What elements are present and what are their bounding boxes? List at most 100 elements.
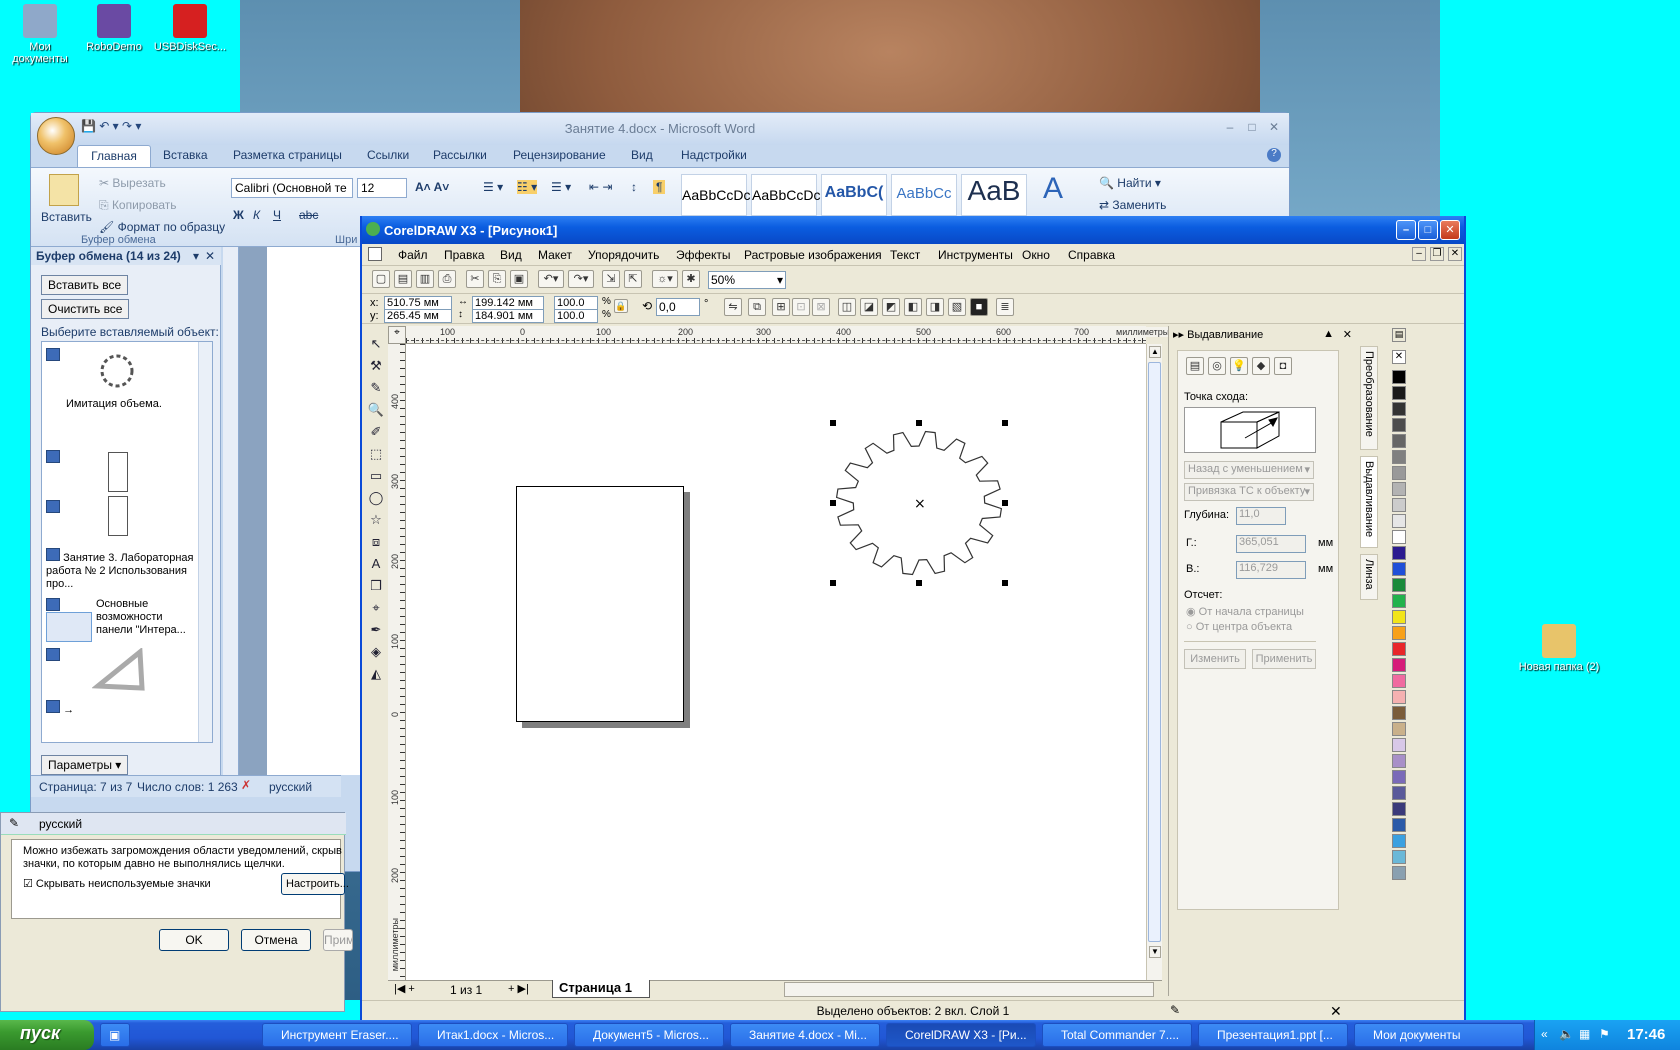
color-swatch[interactable]: [1392, 690, 1406, 704]
language[interactable]: русский: [269, 780, 312, 794]
menu-edit[interactable]: Правка: [444, 248, 485, 262]
back-minus-front-icon[interactable]: ▧: [948, 298, 966, 316]
tab-references[interactable]: Ссылки: [367, 148, 409, 162]
maximize-button[interactable]: □: [1418, 220, 1438, 240]
desktop-icon-new-folder[interactable]: Новая папка (2): [1514, 624, 1604, 673]
menu-arrange[interactable]: Упорядочить: [588, 248, 659, 262]
color-swatch[interactable]: [1392, 578, 1406, 592]
find-button[interactable]: 🔍 Найти ▾: [1099, 176, 1161, 190]
open-icon[interactable]: ▤: [394, 270, 412, 288]
paste-all-button[interactable]: Вставить все: [41, 275, 129, 295]
x-position-field[interactable]: 510.75 мм: [384, 296, 452, 310]
shape-tool-icon[interactable]: ⚒: [366, 358, 386, 378]
help-icon[interactable]: ?: [1267, 148, 1281, 162]
color-swatch[interactable]: [1392, 770, 1406, 784]
combine-icon[interactable]: ⊠: [812, 298, 830, 316]
list-item[interactable]: [46, 348, 134, 388]
eyedropper-tool-icon[interactable]: ⌖: [366, 600, 386, 620]
interactive-extrude-tool-icon[interactable]: ❒: [366, 578, 386, 598]
vertical-scrollbar[interactable]: ▲ ▼: [1146, 344, 1162, 980]
style-normal[interactable]: AaBbCcDc: [681, 174, 750, 216]
ungroup-all-icon[interactable]: ⊡: [792, 298, 810, 316]
text-tool-icon[interactable]: A: [366, 556, 386, 576]
tab-page-layout[interactable]: Разметка страницы: [233, 148, 342, 162]
desktop-icon-robodemo[interactable]: RoboDemo: [74, 4, 154, 53]
zoom-tool-icon[interactable]: 🔍: [366, 402, 386, 422]
scrollbar[interactable]: [198, 342, 212, 742]
scroll-up-button[interactable]: ▲: [1149, 346, 1161, 358]
radio-from-center[interactable]: ○ От центра объекта: [1186, 621, 1292, 633]
tab-addins[interactable]: Надстройки: [681, 148, 747, 162]
color-swatch[interactable]: [1392, 866, 1406, 880]
color-swatch[interactable]: [1392, 818, 1406, 832]
print-icon[interactable]: ⎙: [438, 270, 456, 288]
quick-launch-icon[interactable]: ▣: [100, 1023, 130, 1047]
export-icon[interactable]: ⇱: [624, 270, 642, 288]
ungroup-icon[interactable]: ⊞: [772, 298, 790, 316]
paste-icon[interactable]: ▣: [510, 270, 528, 288]
color-swatch[interactable]: [1392, 546, 1406, 560]
ruler-origin[interactable]: ⌖: [388, 326, 406, 344]
no-color-swatch[interactable]: ✕: [1392, 350, 1406, 364]
underline-button[interactable]: Ч: [273, 208, 281, 222]
doc-minimize-button[interactable]: –: [1412, 247, 1426, 261]
color-swatch[interactable]: [1392, 706, 1406, 720]
color-swatch[interactable]: [1392, 610, 1406, 624]
cut-button[interactable]: ✂ Вырезать: [99, 176, 166, 190]
color-swatch[interactable]: [1392, 738, 1406, 752]
maximize-button[interactable]: □: [1243, 120, 1261, 134]
outline-tool-icon[interactable]: ✒: [366, 622, 386, 642]
scale-y-field[interactable]: 100.0: [554, 309, 598, 323]
color-swatch[interactable]: [1392, 802, 1406, 816]
ellipse-tool-icon[interactable]: ◯: [366, 490, 386, 510]
color-swatch[interactable]: [1392, 722, 1406, 736]
numbering-button[interactable]: ☷ ▾: [517, 180, 538, 194]
tab-review[interactable]: Рецензирование: [513, 148, 606, 162]
horizontal-scrollbar[interactable]: [784, 982, 1154, 997]
strikethrough-button[interactable]: abc: [299, 208, 318, 222]
edit-button[interactable]: Изменить: [1184, 649, 1246, 669]
color-icon[interactable]: ◆: [1252, 357, 1270, 375]
start-button[interactable]: пуск: [0, 1020, 94, 1050]
vp-snap-select[interactable]: Привязка ТС к объекту ▾: [1184, 483, 1314, 501]
style-title[interactable]: AaB: [961, 174, 1027, 216]
hide-icons-checkbox[interactable]: ☑ Скрывать неиспользуемые значки: [23, 877, 211, 890]
camera-icon[interactable]: ▤: [1186, 357, 1204, 375]
color-swatch[interactable]: [1392, 674, 1406, 688]
width-field[interactable]: 199.142 мм: [472, 296, 544, 310]
minimize-button[interactable]: –: [1396, 220, 1416, 240]
customize-button[interactable]: Настроить...: [281, 873, 349, 895]
tab-extrude[interactable]: Выдавливание: [1360, 456, 1378, 548]
color-swatch[interactable]: [1392, 450, 1406, 464]
volume-icon[interactable]: 🔈: [1559, 1027, 1574, 1041]
page-tab[interactable]: Страница 1: [552, 980, 650, 998]
multilevel-button[interactable]: ☰ ▾: [551, 180, 571, 194]
new-icon[interactable]: ▢: [372, 270, 390, 288]
task-eraser[interactable]: Инструмент Eraser....: [262, 1023, 412, 1047]
color-swatch[interactable]: [1392, 530, 1406, 544]
word-page[interactable]: [267, 247, 367, 775]
menu-help[interactable]: Справка: [1068, 248, 1115, 262]
color-swatch[interactable]: [1392, 658, 1406, 672]
menu-bitmaps[interactable]: Растровые изображения: [744, 248, 882, 262]
menu-view[interactable]: Вид: [500, 248, 522, 262]
list-item[interactable]: Основные возможности панели "Интера...: [46, 598, 206, 642]
task-presentation[interactable]: Презентация1.ppt [...: [1198, 1023, 1348, 1047]
list-item[interactable]: [46, 496, 128, 536]
apply-button[interactable]: Прим: [323, 929, 353, 951]
close-button[interactable]: ✕: [1440, 220, 1460, 240]
redo-icon[interactable]: ↷▾: [568, 270, 594, 288]
gear-shape[interactable]: ×: [826, 416, 1016, 596]
simplify-icon[interactable]: ◧: [904, 298, 922, 316]
menu-layout[interactable]: Макет: [538, 248, 572, 262]
color-swatch[interactable]: [1392, 402, 1406, 416]
docker-collapse-icon[interactable]: ▲: [1323, 328, 1334, 340]
drawing-canvas[interactable]: ×: [406, 340, 1146, 980]
task-itak1[interactable]: Итак1.docx - Micros...: [418, 1023, 568, 1047]
quick-access-toolbar[interactable]: 💾 ↶ ▾ ↷ ▾: [81, 119, 201, 137]
color-swatch[interactable]: [1392, 434, 1406, 448]
task-my-documents[interactable]: Мои документы: [1354, 1023, 1524, 1047]
color-swatch[interactable]: [1392, 466, 1406, 480]
light-icon[interactable]: 💡: [1230, 357, 1248, 375]
zoom-select[interactable]: 50% ▾: [708, 271, 786, 289]
